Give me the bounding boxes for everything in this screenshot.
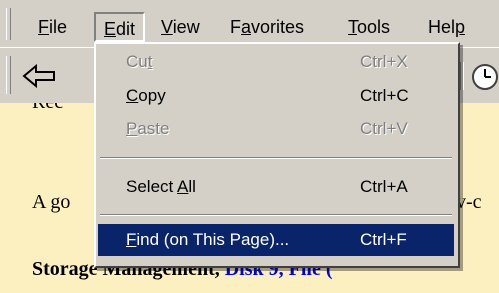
menu-help[interactable]: Help (420, 12, 499, 42)
menu-item-copy-label: Copy (126, 86, 166, 105)
menu-tools-mnemonic: T (348, 17, 357, 37)
menu-item-find-shortcut: Ctrl+F (360, 230, 407, 249)
menu-tools-label: ools (357, 17, 391, 37)
menu-item-cut-shortcut: Ctrl+X (360, 52, 408, 71)
menu-file-mnemonic: F (38, 17, 49, 37)
menu-view[interactable]: View (153, 12, 208, 42)
menu-item-copy-shortcut: Ctrl+C (360, 86, 409, 105)
toolbar-separator (460, 62, 464, 90)
toolbar-grip (6, 56, 11, 94)
menu-file-label: ile (49, 17, 68, 37)
menu-edit-label: dit (116, 19, 136, 39)
menu-item-select-all-label: Select All (126, 177, 196, 196)
menu-item-select-all-shortcut: Ctrl+A (360, 177, 408, 196)
history-clock-icon[interactable] (470, 62, 499, 92)
back-arrow-icon[interactable] (18, 58, 60, 94)
menu-item-cut[interactable]: Cut Ctrl+X (98, 46, 454, 78)
menu-view-mnemonic: V (161, 17, 173, 37)
menu-favorites[interactable]: Favorites (222, 12, 312, 42)
menu-favorites-pre: F (230, 17, 241, 37)
menu-tools[interactable]: Tools (340, 12, 398, 42)
menu-bar: File Edit View Favorites Tools Help (0, 0, 499, 47)
menu-item-copy[interactable]: Copy Ctrl+C (98, 80, 454, 112)
menu-help-pre: Hel (428, 17, 456, 37)
menu-edit[interactable]: Edit (94, 12, 146, 42)
menu-help-mnemonic: p (455, 17, 466, 37)
edit-menu-dropdown: Cut Ctrl+X Copy Ctrl+C Paste Ctrl+V Sele… (94, 42, 460, 268)
content-line-2-left: A go (32, 191, 71, 213)
menu-separator (100, 214, 452, 216)
menubar-grip (6, 8, 11, 40)
menu-item-paste-shortcut: Ctrl+V (360, 119, 408, 138)
menu-favorites-label: vorites (251, 17, 305, 37)
menu-separator (100, 157, 452, 159)
menu-item-paste-label: Paste (126, 119, 170, 138)
menu-favorites-mnemonic: a (241, 17, 252, 37)
menu-edit-mnemonic: E (104, 19, 117, 39)
menu-item-find[interactable]: Find (on This Page)... Ctrl+F (98, 224, 454, 256)
menu-view-label: iew (172, 17, 200, 37)
menu-item-find-label: Find (on This Page)... (126, 230, 290, 249)
menu-file[interactable]: File (30, 12, 75, 42)
menu-item-cut-label: Cut (126, 52, 153, 71)
menu-item-select-all[interactable]: Select All Ctrl+A (98, 171, 454, 203)
menu-item-paste[interactable]: Paste Ctrl+V (98, 113, 454, 145)
